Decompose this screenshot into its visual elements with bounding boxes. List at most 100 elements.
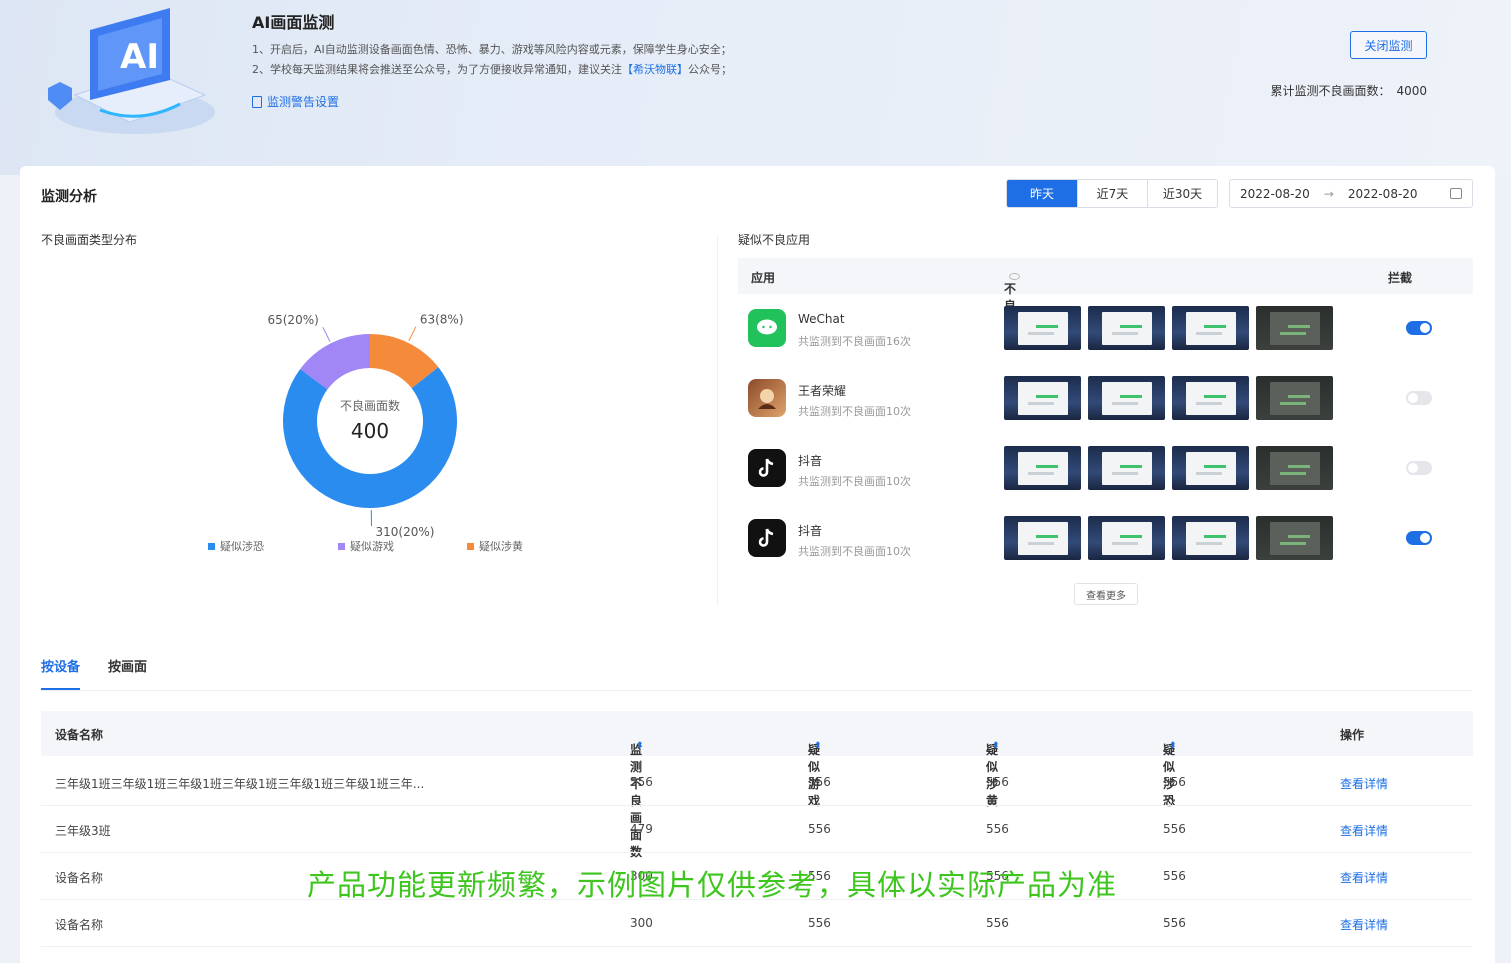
app-count: 共监测到不良画面10次 [798,405,911,418]
app-name: WeChat [798,312,845,326]
view-details-link[interactable]: 查看详情 [1340,869,1388,886]
legend-swatch [208,542,215,550]
period-30days[interactable]: 近30天 [1147,180,1217,207]
device-table-header: 设备名称 监测不良画面数 ⬍ 疑似游戏 ⬍ 疑似涉黄 ⬍ 疑似涉恐 ⬍ 操作 [41,711,1473,859]
analysis-card: 监测分析 昨天 近7天 近30天 2022-08-20 → 2022-08-20… [20,166,1495,963]
sort-icon[interactable]: ⬍ [1169,741,1177,751]
ai-illustration-icon: AI [48,8,215,134]
thumbnail-list [1004,516,1333,560]
screen-thumbnail[interactable] [1004,516,1081,560]
app-name: 抖音 [798,524,823,538]
date-end: 2022-08-20 [1347,186,1418,201]
app-count: 共监测到不良画面10次 [798,545,911,558]
screen-thumbnail[interactable] [1004,306,1081,350]
label-leader-line [408,326,417,342]
table-row: 三年级3班 479 556 556 556 查看详情 [41,806,1473,853]
apps-table-header: 应用 不良画面 拦截 [738,258,1473,347]
screen-thumbnail[interactable] [1256,376,1333,420]
app-row: 抖音 共监测到不良画面10次 [738,508,1473,568]
legend-swatch [467,542,474,550]
section-title: 监测分析 [41,189,97,205]
table-row: 设备名称 300 556 556 556 查看详情 [41,900,1473,947]
distribution-title: 不良画面类型分布 [41,233,138,247]
table-row: 三年级1班三年级1班三年级1班三年级1班三年级1班三年级1班三年... 556 … [41,759,1473,806]
apps-title: 疑似不良应用 [738,233,811,247]
close-monitoring-button[interactable]: 关闭监测 [1350,31,1427,59]
label-leader-line [322,326,331,342]
block-toggle[interactable] [1406,391,1432,405]
legend-item-porn: 疑似涉黄 [467,538,523,554]
sort-icon[interactable]: ⬍ [814,741,822,751]
donut-chart: 63(8%) 65(20%) 310(20%) 不良画面数 400 [267,313,464,539]
screen-thumbnail[interactable] [1172,446,1249,490]
block-toggle[interactable] [1406,461,1432,475]
game-icon [748,379,786,417]
tiktok-icon [748,519,786,557]
column-header: 操作 [1340,728,1365,742]
screen-thumbnail[interactable] [1088,376,1165,420]
screen-thumbnail[interactable] [1172,516,1249,560]
description-line-2: 2、学校每天监测结果将会推送至公众号，为了方便接收异常通知，建议关注【希沃物联】… [252,63,732,76]
sort-icon[interactable]: ⬍ [636,741,644,751]
period-yesterday[interactable]: 昨天 [1007,180,1077,207]
legend-swatch [338,542,345,550]
date-range-picker[interactable]: 2022-08-20 → 2022-08-20 [1229,179,1473,208]
tab-bar: 按设备 按画面 [41,656,147,690]
block-toggle[interactable] [1406,321,1432,335]
screen-thumbnail[interactable] [1004,376,1081,420]
app-row: 王者荣耀 共监测到不良画面10次 [738,368,1473,428]
app-name: 抖音 [798,454,823,468]
view-details-link[interactable]: 查看详情 [1340,775,1388,792]
screen-thumbnail[interactable] [1256,306,1333,350]
screen-thumbnail[interactable] [1172,306,1249,350]
legend-item-game: 疑似游戏 [338,538,394,554]
thumbnail-list [1004,376,1333,420]
screen-thumbnail[interactable] [1172,376,1249,420]
calendar-icon [1450,188,1462,199]
tab-by-screen[interactable]: 按画面 [108,656,147,690]
tabs-divider [41,690,1473,691]
total-bad-count: 累计监测不良画面数： 4000 [1270,84,1427,98]
screen-thumbnail[interactable] [1004,446,1081,490]
column-header: 设备名称 [55,728,104,742]
donut-data-label: 63(8%) [420,313,464,327]
warning-settings-link[interactable]: 监测警告设置 [252,93,339,110]
tiktok-icon [748,449,786,487]
divider [717,236,718,606]
screen-thumbnail[interactable] [1256,446,1333,490]
block-toggle[interactable] [1406,531,1432,545]
official-account-link[interactable]: 【希沃物联】 [622,63,688,76]
svg-text:AI: AI [120,37,159,77]
app-count: 共监测到不良画面16次 [798,335,911,348]
screen-thumbnail[interactable] [1088,306,1165,350]
view-details-link[interactable]: 查看详情 [1340,822,1388,839]
sort-icon[interactable]: ⬍ [992,741,1000,751]
screen-thumbnail[interactable] [1088,516,1165,560]
donut-data-label: 310(20%) [376,525,435,539]
app-row: 抖音 共监测到不良画面10次 [738,438,1473,498]
donut-center-value: 400 [351,419,389,443]
view-details-link[interactable]: 查看详情 [1340,916,1388,933]
header-banner: AI AI画面监测 1、开启后，AI自动监测设备画面色情、恐怖、暴力、游戏等风险… [0,0,1511,175]
donut-data-label: 65(20%) [267,313,318,327]
arrow-right-icon: → [1323,186,1334,201]
description-line-1: 1、开启后，AI自动监测设备画面色情、恐怖、暴力、游戏等风险内容或元素，保障学生… [252,43,732,56]
disclaimer-text: 产品功能更新频繁，示例图片仅供参考，具体以实际产品为准 [307,868,1118,902]
period-selector: 昨天 近7天 近30天 [1006,179,1218,208]
eye-icon[interactable] [1009,273,1020,280]
legend-item-terror: 疑似涉恐 [208,538,264,554]
donut-center-label: 不良画面数 [340,398,400,413]
page-title: AI画面监测 [252,13,335,32]
document-icon [252,95,262,108]
screen-thumbnail[interactable] [1256,516,1333,560]
thumbnail-list [1004,306,1333,350]
period-7days[interactable]: 近7天 [1077,180,1147,207]
app-row: WeChat 共监测到不良画面16次 [738,298,1473,358]
date-start: 2022-08-20 [1240,186,1310,201]
view-more-button[interactable]: 查看更多 [1074,583,1138,605]
thumbnail-list [1004,446,1333,490]
app-name: 王者荣耀 [798,384,847,398]
screen-thumbnail[interactable] [1088,446,1165,490]
app-count: 共监测到不良画面10次 [798,475,911,488]
tab-by-device[interactable]: 按设备 [41,656,81,690]
